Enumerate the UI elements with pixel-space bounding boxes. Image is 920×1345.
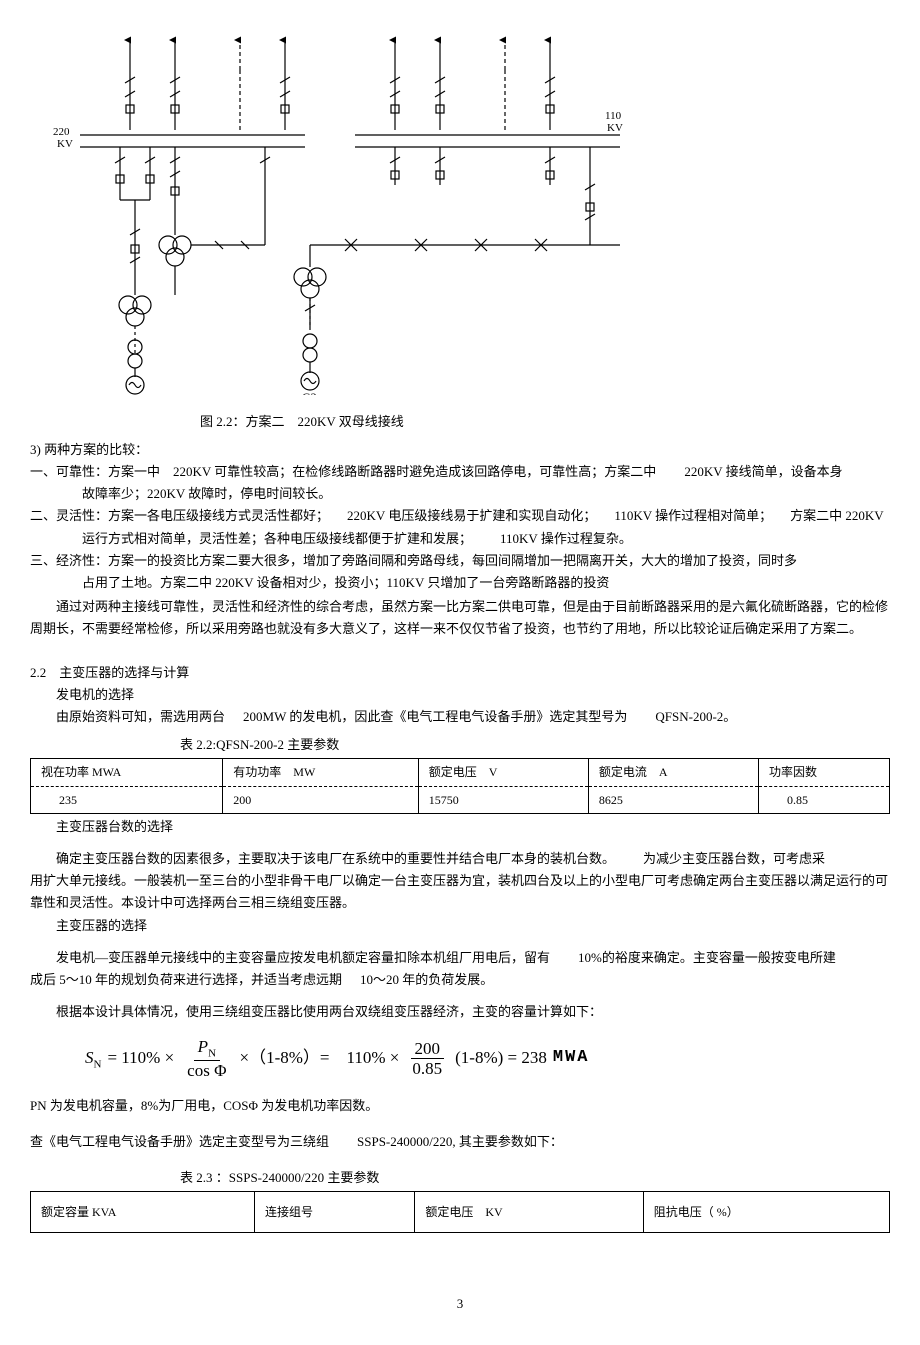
compare-item-1: 一、可靠性：方案一中 220KV 可靠性较高；在检修线路断路器时避免造成该回路停… <box>30 461 890 483</box>
td-mw: 200 <box>223 786 418 813</box>
sec22-heading: 2.2 主变压器的选择与计算 <box>30 662 890 684</box>
para6-a: 查《电气工程电气设备手册》选定主变型号为三绕组 <box>30 1134 329 1149</box>
figure-caption: 图 2.2：方案二 220KV 双母线接线 <box>200 411 890 433</box>
item3-b: 占用了土地。方案二中 220KV 设备相对少，投资小；110KV 只增加了一台旁… <box>30 572 890 594</box>
para3-a: 发电机—变压器单元接线中的主变容量应按发电机额定容量扣除本机组厂用电后，留有 <box>56 950 550 965</box>
th-kva: 额定容量 KVA <box>31 1191 255 1232</box>
svg-text:KV: KV <box>57 138 73 150</box>
comparison-section: 3) 两种方案的比较： 一、可靠性：方案一中 220KV 可靠性较高；在检修线路… <box>30 439 890 640</box>
schematic-svg: 220 KV 110 KV <box>45 35 645 395</box>
para3-line2: 成后 5～10 年的规划负荷来进行选择，并适当考虑远期 10～20 年的负荷发展。 <box>30 969 890 991</box>
f-pn: P <box>198 1037 208 1056</box>
para3-b: 10%的裕度来确定。主变容量一般按变电所建 <box>578 950 836 965</box>
td-v: 15750 <box>418 786 588 813</box>
td-pf: 0.85 <box>759 786 890 813</box>
comparison-title: 3) 两种方案的比较： <box>30 439 890 461</box>
td-a: 8625 <box>588 786 758 813</box>
f-sn: S <box>85 1048 94 1067</box>
f-cos: cos Φ <box>183 1061 230 1081</box>
th-kv: 额定电压 KV <box>415 1191 643 1232</box>
th-v: 额定电压 V <box>418 759 588 786</box>
para2-c: 用扩大单元接线。一般装机一至三台的小型非骨干电厂以确定一台主变压器为宜，装机四台… <box>30 870 890 914</box>
table-ssps: 额定容量 KVA 连接组号 额定电压 KV 阻抗电压（ %） <box>30 1191 890 1233</box>
th-pf: 功率因数 <box>759 759 890 786</box>
svg-text:G2: G2 <box>302 390 317 395</box>
svg-text:220: 220 <box>53 126 70 138</box>
item2-f: 110KV 操作过程复杂。 <box>500 531 632 546</box>
th-conn: 连接组号 <box>255 1191 415 1232</box>
item1-b: 220KV 接线简单，设备本身 <box>684 464 842 479</box>
table-row: 额定容量 KVA 连接组号 额定电压 KV 阻抗电压（ %） <box>31 1191 890 1232</box>
f-pn-sub: N <box>208 1047 216 1059</box>
table1-title: 表 2.2:QFSN-200-2 主要参数 <box>180 734 890 756</box>
item3-a: 方案一的投资比方案二要大很多，增加了旁路间隔和旁路母线，每回间隔增加一把隔离开关… <box>108 553 797 568</box>
th-a: 额定电流 A <box>588 759 758 786</box>
th-mwa: 视在功率 MWA <box>31 759 223 786</box>
para3-d: 10～20 年的负荷发展。 <box>360 972 493 987</box>
th-imp: 阻抗电压（ %） <box>643 1191 889 1232</box>
table-qfsn: 视在功率 MWA 有功功率 MW 额定电压 V 额定电流 A 功率因数 235 … <box>30 758 890 814</box>
para6-b: SSPS-240000/220, 其主要参数如下： <box>357 1134 563 1149</box>
item1-a: 方案一中 220KV 可靠性较高；在检修线路断路器时避免造成该回路停电，可靠性高… <box>108 464 656 479</box>
para5: PN 为发电机容量，8%为厂用电，COSΦ 为发电机功率因数。 <box>30 1095 890 1117</box>
item2-head: 二、灵活性： <box>30 508 108 523</box>
table-row: 视在功率 MWA 有功功率 MW 额定电压 V 额定电流 A 功率因数 <box>31 759 890 786</box>
td-mwa: 235 <box>31 786 223 813</box>
item2-line2: 运行方式相对简单，灵活性差；各种电压级接线都便于扩建和发展； 110KV 操作过程… <box>30 528 890 550</box>
diagram-figure: 220 KV 110 KV <box>30 30 890 407</box>
f-unit: MWA <box>553 1044 590 1073</box>
para1-b: 200MW 的发电机，因此查《电气工程电气设备手册》选定其型号为 <box>243 709 627 724</box>
para1-a: 由原始资料可知，需选用两台 <box>56 709 225 724</box>
formula-sn: SN = 110% × PN cos Φ ×（1-8%）= 110% × 200… <box>85 1037 890 1081</box>
svg-text:110: 110 <box>605 110 622 122</box>
f-sn-sub: N <box>94 1058 102 1070</box>
sec22-sub2: 主变压器台数的选择 <box>30 816 890 838</box>
compare-item-2: 二、灵活性：方案一各电压级接线方式灵活性都好； 220KV 电压级接线易于扩建和实… <box>30 505 890 527</box>
para4: 根据本设计具体情况，使用三绕组变压器比使用两台双绕组变压器经济，主变的容量计算如… <box>30 1001 890 1023</box>
f-eq1: = 110% × <box>107 1044 174 1073</box>
th-mw: 有功功率 MW <box>223 759 418 786</box>
f-200: 200 <box>411 1039 445 1060</box>
sec22-para1: 由原始资料可知，需选用两台 200MW 的发电机，因此查《电气工程电气设备手册》选… <box>56 706 890 728</box>
sec22-sub3: 主变压器的选择 <box>30 915 890 937</box>
item2-b: 220KV 电压级接线易于扩建和实现自动化； <box>347 508 596 523</box>
item2-a: 方案一各电压级接线方式灵活性都好； <box>108 508 329 523</box>
item1-c: 故障率少；220KV 故障时，停电时间较长。 <box>30 483 890 505</box>
compare-summary: 通过对两种主接线可靠性，灵活性和经济性的综合考虑，虽然方案一比方案二供电可靠，但… <box>30 596 890 640</box>
para6: 查《电气工程电气设备手册》选定主变型号为三绕组 SSPS-240000/220, … <box>30 1131 890 1153</box>
f-tail: (1-8%) = 238 <box>455 1044 547 1073</box>
svg-text:G1: G1 <box>127 394 142 395</box>
table-row: 235 200 15750 8625 0.85 <box>31 786 890 813</box>
page-number: 3 <box>30 1293 890 1315</box>
item2-d: 方案二中 220KV <box>790 508 884 523</box>
item2-e: 运行方式相对简单，灵活性差；各种电压级接线都便于扩建和发展； <box>82 531 472 546</box>
para1-c: QFSN-200-2。 <box>655 709 736 724</box>
para2-a: 确定主变压器台数的因素很多，主要取决于该电厂在系统中的重要性并结合电厂本身的装机… <box>56 851 615 866</box>
f-085: 0.85 <box>408 1059 446 1079</box>
compare-item-3: 三、经济性：方案一的投资比方案二要大很多，增加了旁路间隔和旁路母线，每回间隔增加… <box>30 550 890 572</box>
svg-text:KV: KV <box>607 122 623 134</box>
item2-c: 110KV 操作过程相对简单； <box>614 508 772 523</box>
section-2-2: 2.2 主变压器的选择与计算 发电机的选择 由原始资料可知，需选用两台200MW… <box>30 662 890 1233</box>
item3-head: 三、经济性： <box>30 553 108 568</box>
para3-c: 成后 5～10 年的规划负荷来进行选择，并适当考虑远期 <box>30 972 342 987</box>
sec22-sub1: 发电机的选择 <box>30 684 890 706</box>
para2-b: 为减少主变压器台数，可考虑采 <box>643 851 825 866</box>
table2-title: 表 2.3 ：SSPS-240000/220 主要参数 <box>180 1167 890 1189</box>
item1-head: 一、可靠性： <box>30 464 108 479</box>
f-mid: ×（1-8%）= 110% × <box>240 1044 400 1073</box>
para3-line1: 发电机—变压器单元接线中的主变容量应按发电机额定容量扣除本机组厂用电后，留有 10… <box>30 947 890 969</box>
para2-line1: 确定主变压器台数的因素很多，主要取决于该电厂在系统中的重要性并结合电厂本身的装机… <box>30 848 890 870</box>
